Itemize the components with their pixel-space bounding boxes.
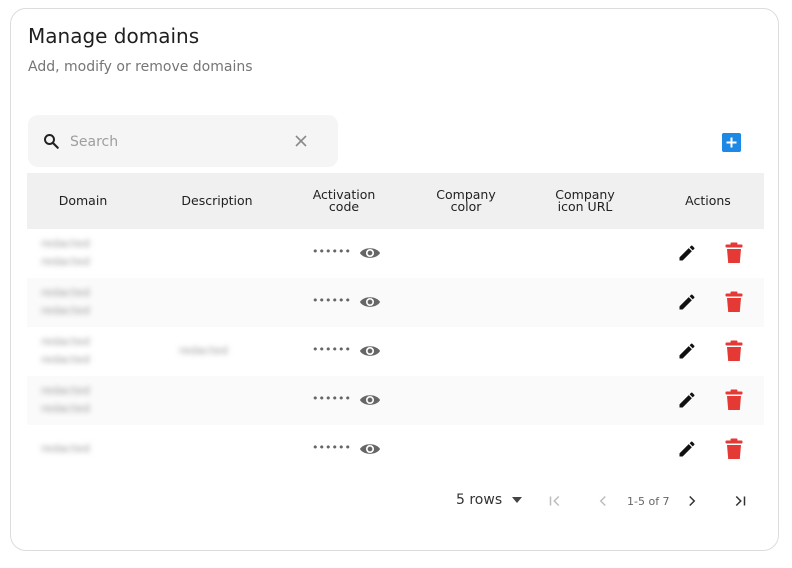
trash-icon[interactable] xyxy=(725,242,743,264)
masked-activation-code: •••••• xyxy=(312,441,351,454)
table-header: Domain Description Activation code Compa… xyxy=(27,173,764,229)
column-company-icon-url: Company icon URL xyxy=(555,187,615,214)
pencil-icon[interactable] xyxy=(677,341,697,361)
last-page-icon[interactable] xyxy=(731,492,749,510)
domain-name: redacted xyxy=(41,237,90,250)
next-page-icon[interactable] xyxy=(683,492,701,510)
search-icon xyxy=(44,134,59,149)
domain-email: redacted xyxy=(41,304,90,317)
close-icon[interactable] xyxy=(294,134,308,148)
column-actions: Actions xyxy=(685,193,731,208)
column-activation-code: Activation code xyxy=(312,187,376,214)
domain-name: redacted xyxy=(41,335,90,348)
column-description: Description xyxy=(181,193,253,208)
pencil-icon[interactable] xyxy=(677,292,697,312)
first-page-icon[interactable] xyxy=(546,492,564,510)
eye-icon[interactable] xyxy=(359,441,381,457)
table-row: redacted •••••• xyxy=(27,425,764,474)
domain-email: redacted xyxy=(41,402,90,415)
table-row: redacted redacted •••••• xyxy=(27,376,764,425)
eye-icon[interactable] xyxy=(359,294,381,310)
column-domain: Domain xyxy=(58,193,108,208)
eye-icon[interactable] xyxy=(359,245,381,261)
masked-activation-code: •••••• xyxy=(312,245,351,258)
caret-down-icon xyxy=(512,497,523,503)
masked-activation-code: •••••• xyxy=(312,392,351,405)
trash-icon[interactable] xyxy=(725,340,743,362)
eye-icon[interactable] xyxy=(359,392,381,408)
trash-icon[interactable] xyxy=(725,438,743,460)
eye-icon[interactable] xyxy=(359,343,381,359)
trash-icon[interactable] xyxy=(725,389,743,411)
domain-description: redacted xyxy=(179,344,228,357)
manage-domains-card: Manage domains Add, modify or remove dom… xyxy=(10,8,779,551)
search-input[interactable] xyxy=(68,130,292,154)
table-row: redacted redacted •••••• xyxy=(27,229,764,278)
masked-activation-code: •••••• xyxy=(312,294,351,307)
masked-activation-code: •••••• xyxy=(312,343,351,356)
pencil-icon[interactable] xyxy=(677,390,697,410)
search-box xyxy=(28,115,338,167)
domain-name: redacted xyxy=(41,442,90,455)
domain-name: redacted xyxy=(41,384,90,397)
page-range: 1-5 of 7 xyxy=(627,495,670,508)
add-domain-button[interactable] xyxy=(722,133,741,152)
pencil-icon[interactable] xyxy=(677,243,697,263)
rows-per-page-select[interactable]: 5 rows xyxy=(456,492,523,508)
table-row: redacted redacted redacted •••••• xyxy=(27,327,764,376)
column-company-color: Company color xyxy=(436,187,496,214)
trash-icon[interactable] xyxy=(725,291,743,313)
previous-page-icon[interactable] xyxy=(594,492,612,510)
domain-email: redacted xyxy=(41,255,90,268)
rows-per-page-label: 5 rows xyxy=(456,492,503,508)
pencil-icon[interactable] xyxy=(677,439,697,459)
domains-table: Domain Description Activation code Compa… xyxy=(27,173,764,474)
table-row: redacted redacted •••••• xyxy=(27,278,764,327)
page-subtitle: Add, modify or remove domains xyxy=(28,59,253,75)
pagination: 5 rows 1-5 of 7 xyxy=(11,487,780,517)
domain-email: redacted xyxy=(41,353,90,366)
domain-name: redacted xyxy=(41,286,90,299)
page-title: Manage domains xyxy=(28,24,200,48)
